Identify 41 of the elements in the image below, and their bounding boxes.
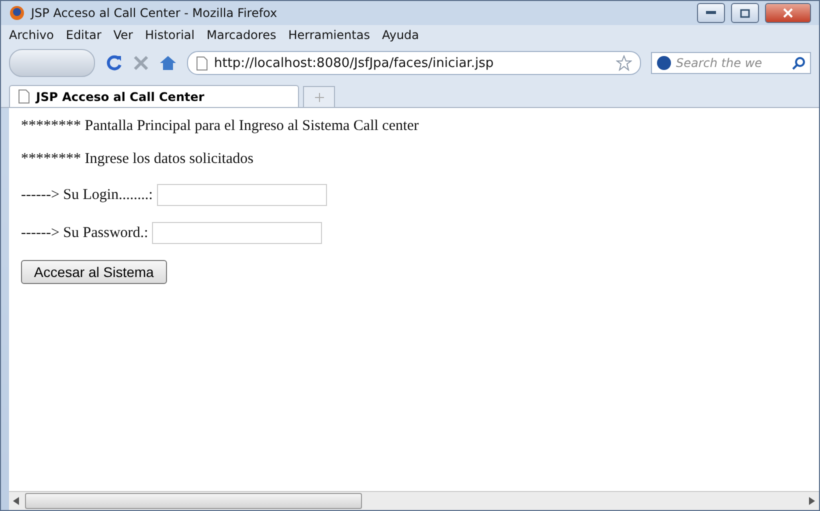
search-field[interactable]: Search the we: [651, 52, 811, 74]
menu-item[interactable]: Historial: [144, 28, 195, 42]
menu-item[interactable]: Ver: [113, 28, 133, 42]
menu-item[interactable]: Editar: [66, 28, 102, 42]
maximize-icon: [740, 8, 750, 18]
menu-item[interactable]: Ayuda: [382, 28, 420, 42]
input-field[interactable]: [156, 184, 327, 206]
maximize-button[interactable]: [731, 3, 759, 23]
close-button[interactable]: [765, 3, 811, 23]
minimize-button[interactable]: [697, 3, 725, 23]
stop-icon[interactable]: [133, 55, 149, 71]
search-icon[interactable]: [792, 56, 806, 70]
address-bar[interactable]: http://localhost:8080/JsfJpa/faces/iniciar.jsp: [187, 51, 641, 75]
firefox-icon: [9, 5, 25, 21]
scroll-left-icon[interactable]: [13, 497, 19, 505]
submit-button[interactable]: Accesar al Sistema: [21, 260, 167, 284]
input-field[interactable]: [152, 222, 322, 244]
url-text: http://localhost:8080/JsfJpa/faces/iniciar.jsp: [214, 56, 495, 70]
close-icon: [783, 8, 793, 18]
page-text: ******** Pantalla Principal para el Ingreso al Sistema Call center: [21, 118, 420, 135]
page-icon: [18, 89, 30, 104]
menu-item[interactable]: Archivo: [9, 28, 54, 42]
new-tab-button[interactable]: [303, 86, 335, 107]
search-engine-icon: [656, 55, 672, 71]
page-icon: [196, 56, 208, 70]
window-title: JSP Acceso al Call Center - Mozilla Firefox: [31, 6, 278, 20]
home-icon[interactable]: [159, 55, 177, 71]
menu-item[interactable]: Herramientas: [288, 28, 370, 42]
field-label: ------> Su Password.:: [21, 224, 148, 242]
field-label: ------> Su Login........:: [21, 186, 153, 204]
scroll-right-icon[interactable]: [809, 497, 815, 505]
browser-tab[interactable]: JSP Acceso al Call Center: [9, 85, 299, 107]
menu-item[interactable]: Marcadores: [206, 28, 276, 42]
horizontal-scrollbar[interactable]: [9, 491, 819, 510]
plus-icon: [314, 92, 324, 102]
scrollbar-thumb[interactable]: [25, 493, 362, 509]
search-placeholder: Search the we: [676, 56, 764, 70]
minimize-icon: [706, 11, 716, 15]
page-text: ******** Ingrese los datos solicitados: [21, 151, 254, 168]
star-icon[interactable]: [616, 55, 632, 71]
reload-icon[interactable]: [105, 54, 123, 72]
